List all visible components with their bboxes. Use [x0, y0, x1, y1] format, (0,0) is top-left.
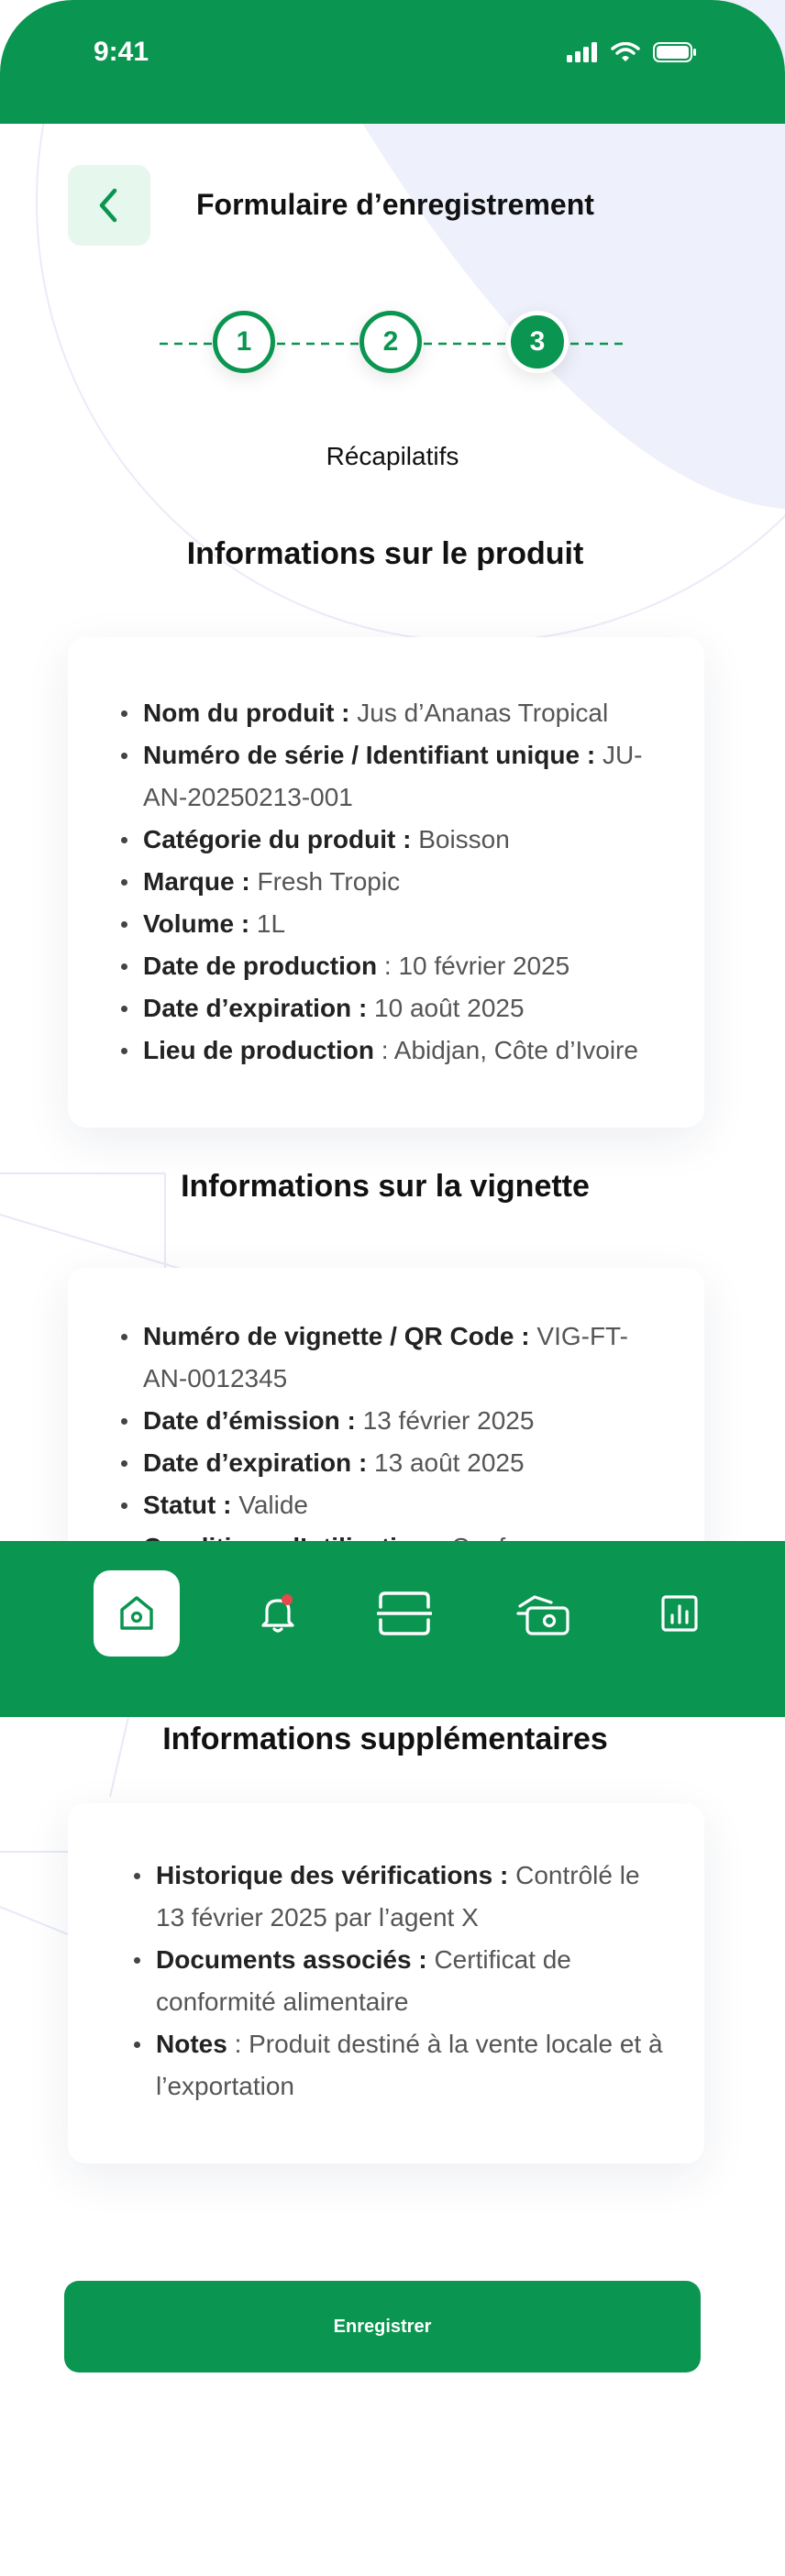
step-1[interactable]: 1: [213, 311, 275, 373]
product-info-list: Nom du produit : Jus d’Ananas Tropical N…: [119, 692, 668, 1072]
vignette-info-list: Numéro de vignette / QR Code : VIG-FT-AN…: [119, 1316, 668, 1569]
step-3[interactable]: 3: [506, 311, 569, 373]
back-button[interactable]: [68, 165, 150, 246]
supplementary-section-title: Informations supplémentaires: [162, 1722, 608, 1756]
chevron-left-icon: [99, 188, 117, 223]
list-item: Numéro de série / Identifiant unique : J…: [119, 734, 668, 819]
nav-scanner[interactable]: [361, 1570, 448, 1657]
list-item: Date de production : 10 février 2025: [119, 945, 668, 987]
battery-icon: [653, 42, 696, 62]
list-item: Documents associés : Certificat de confo…: [132, 1939, 668, 2023]
product-section-title: Informations sur le produit: [186, 536, 584, 571]
step-2[interactable]: 2: [359, 311, 422, 373]
scanner-icon: [377, 1591, 432, 1635]
nav-payments[interactable]: [501, 1570, 587, 1657]
list-item: Catégorie du produit : Boisson: [119, 819, 668, 861]
list-item: Date d’émission : 13 février 2025: [119, 1400, 668, 1442]
wifi-icon: [611, 42, 640, 61]
nav-notifications[interactable]: [235, 1570, 321, 1657]
list-item: Date d’expiration : 10 août 2025: [119, 987, 668, 1029]
list-item: Nom du produit : Jus d’Ananas Tropical: [119, 692, 668, 734]
list-item: Notes : Produit destiné à la vente local…: [132, 2023, 668, 2108]
list-item: Historique des vérifications : Contrôlé …: [132, 1855, 668, 1939]
list-item: Numéro de vignette / QR Code : VIG-FT-AN…: [119, 1316, 668, 1400]
list-item: Marque : Fresh Tropic: [119, 861, 668, 903]
product-info-card: Nom du produit : Jus d’Ananas Tropical N…: [68, 637, 704, 1128]
bell-icon: [261, 1594, 294, 1633]
home-icon: [120, 1596, 153, 1630]
payment-icon: [516, 1595, 569, 1635]
list-item: Statut : Valide: [119, 1484, 668, 1526]
status-time: 9:41: [94, 37, 149, 67]
status-bar: 9:41: [0, 0, 785, 124]
page-title: Formulaire d’enregistrement: [196, 188, 594, 221]
report-icon: [661, 1595, 698, 1632]
nav-home[interactable]: [94, 1570, 180, 1657]
signal-icon: [567, 42, 597, 62]
vignette-section-title: Informations sur la vignette: [181, 1169, 590, 1204]
list-item: Volume : 1L: [119, 903, 668, 945]
supplementary-info-card: Historique des vérifications : Contrôlé …: [68, 1803, 704, 2163]
stepper: 1 2 3: [156, 307, 633, 380]
list-item: Lieu de production : Abidjan, Côte d’Ivo…: [119, 1029, 668, 1072]
status-icons: [567, 42, 697, 62]
save-button[interactable]: Enregistrer: [64, 2281, 701, 2372]
supplementary-info-list: Historique des vérifications : Contrôlé …: [132, 1855, 668, 2108]
list-item: Date d’expiration : 13 août 2025: [119, 1442, 668, 1484]
step-label: Récapilatifs: [326, 442, 459, 470]
bottom-nav: [0, 1541, 785, 1717]
nav-reports[interactable]: [636, 1570, 723, 1657]
